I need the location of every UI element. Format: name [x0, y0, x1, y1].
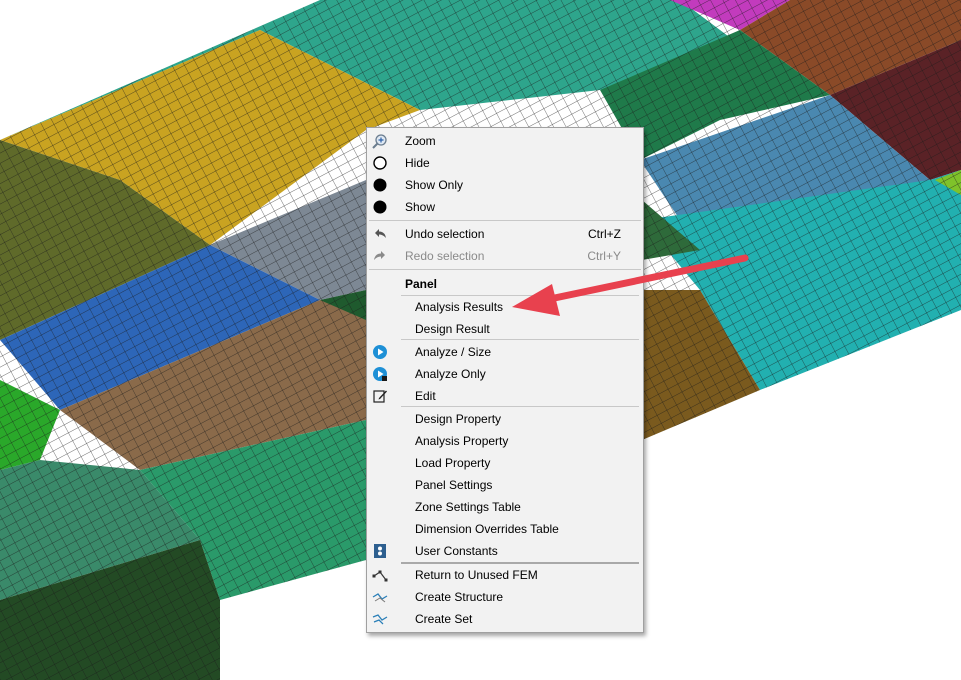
- user-constants-icon: [374, 544, 386, 558]
- menu-label: Create Set: [415, 612, 473, 626]
- menu-item-create-structure[interactable]: Create Structure: [367, 586, 643, 608]
- menu-item-analyze-size[interactable]: Analyze / Size: [367, 341, 643, 363]
- menu-item-hide[interactable]: Hide: [367, 152, 643, 174]
- set-icon: [372, 614, 388, 625]
- menu-item-dimension-overrides-table[interactable]: Dimension Overrides Table: [367, 518, 643, 540]
- play-analyze-icon: [373, 367, 387, 381]
- menu-item-show-only[interactable]: Show Only: [367, 174, 643, 196]
- filled-circle-icon: [373, 178, 387, 192]
- menu-item-edit[interactable]: Edit: [367, 385, 643, 407]
- menu-label: Design Property: [415, 412, 502, 426]
- menu-label: Show Only: [405, 178, 464, 192]
- menu-label: Analyze Only: [415, 367, 486, 381]
- menu-label: Zoom: [405, 134, 436, 148]
- menu-label: Edit: [415, 389, 436, 403]
- menu-item-analyze-only[interactable]: Analyze Only: [367, 363, 643, 385]
- menu-label: User Constants: [415, 544, 498, 558]
- menu-separator: [401, 339, 639, 340]
- shortcut-label: Ctrl+Z: [588, 227, 621, 241]
- menu-item-show[interactable]: Show: [367, 196, 643, 218]
- menu-label: Design Result: [415, 322, 490, 336]
- menu-item-panel-settings[interactable]: Panel Settings: [367, 474, 643, 496]
- menu-label: Analysis Property: [415, 434, 509, 448]
- menu-item-design-result[interactable]: Design Result: [367, 318, 643, 340]
- menu-separator: [401, 406, 639, 407]
- filled-circle-icon: [373, 200, 387, 214]
- menu-item-undo-selection[interactable]: Undo selection Ctrl+Z: [367, 223, 643, 245]
- shortcut-label: Ctrl+Y: [587, 249, 621, 263]
- menu-item-zoom[interactable]: Zoom: [367, 130, 643, 152]
- menu-label: Panel Settings: [415, 478, 493, 492]
- context-menu: Zoom Hide Show Only Show Undo selection …: [366, 127, 644, 633]
- menu-label: Hide: [405, 156, 430, 170]
- menu-label: Dimension Overrides Table: [415, 522, 559, 536]
- menu-item-analysis-property[interactable]: Analysis Property: [367, 430, 643, 452]
- menu-item-redo-selection[interactable]: Redo selection Ctrl+Y: [367, 245, 643, 267]
- menu-separator: [369, 269, 641, 270]
- fem-nodes-icon: [372, 570, 388, 582]
- menu-item-load-property[interactable]: Load Property: [367, 452, 643, 474]
- menu-item-user-constants[interactable]: User Constants: [367, 540, 643, 562]
- menu-item-analysis-results[interactable]: Analysis Results: [367, 296, 643, 318]
- menu-item-create-set[interactable]: Create Set: [367, 608, 643, 630]
- menu-label: Undo selection: [405, 227, 485, 241]
- structure-icon: [372, 593, 388, 603]
- menu-label: Analysis Results: [415, 300, 504, 314]
- menu-item-design-property[interactable]: Design Property: [367, 408, 643, 430]
- menu-label: Zone Settings Table: [415, 500, 521, 514]
- menu-label: Load Property: [415, 456, 491, 470]
- panel-section-header: Panel: [405, 277, 438, 291]
- menu-item-return-to-unused-fem[interactable]: Return to Unused FEM: [367, 564, 643, 586]
- menu-item-zone-settings-table[interactable]: Zone Settings Table: [367, 496, 643, 518]
- menu-label: Analyze / Size: [415, 345, 492, 359]
- menu-separator: [369, 220, 641, 221]
- play-icon: [373, 345, 387, 359]
- menu-label: Show: [405, 200, 436, 214]
- zoom-icon: [372, 134, 387, 149]
- menu-label: Return to Unused FEM: [415, 568, 538, 582]
- undo-icon: [375, 229, 386, 238]
- redo-icon: [374, 251, 385, 260]
- menu-label: Redo selection: [405, 249, 485, 263]
- menu-label: Create Structure: [415, 590, 504, 604]
- hollow-circle-icon: [373, 156, 387, 170]
- edit-icon: [373, 390, 387, 403]
